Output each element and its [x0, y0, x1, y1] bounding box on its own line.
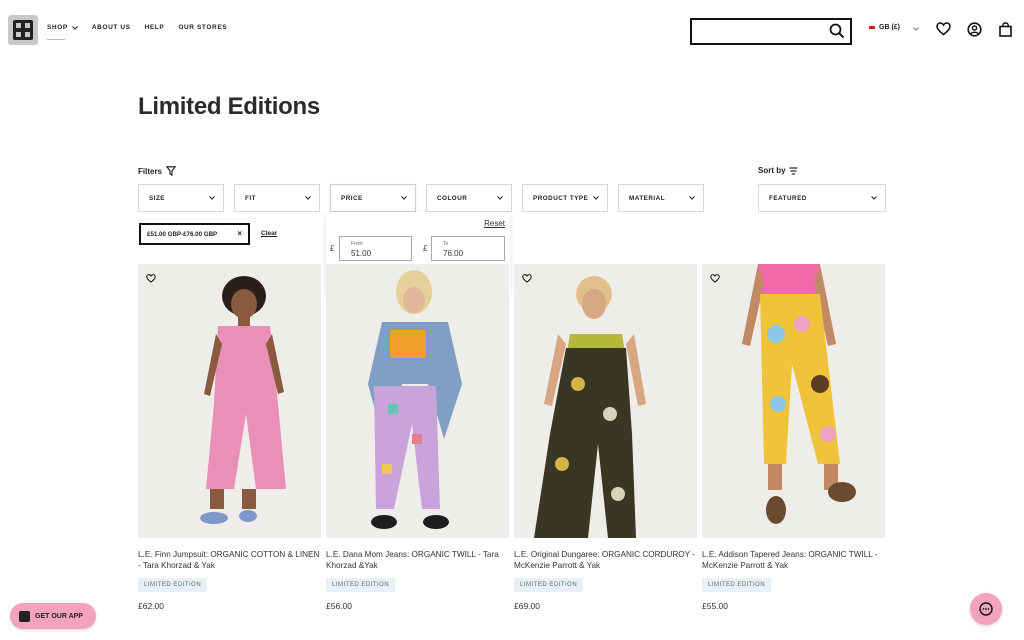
nav-our-stores[interactable]: OUR STORES: [178, 24, 227, 31]
active-filter-chip[interactable]: £51.00 GBP-£76.00 GBP ×: [139, 223, 250, 245]
page-title: Limited Editions: [138, 93, 320, 120]
price-from-input[interactable]: From 51.00: [339, 236, 412, 261]
chevron-down-icon: [401, 196, 407, 200]
wishlist-heart-icon[interactable]: [146, 274, 156, 283]
filters-toggle[interactable]: Filters: [138, 166, 177, 176]
filter-fit-label: FIT: [245, 194, 256, 202]
product-card[interactable]: L.E. Addison Tapered Jeans: ORGANIC TWIL…: [702, 264, 885, 611]
nav-about-us[interactable]: ABOUT US: [92, 24, 131, 31]
filter-funnel-icon: [166, 166, 177, 176]
filter-product-type-label: PRODUCT TYPE: [533, 194, 589, 202]
filter-price[interactable]: PRICE: [330, 184, 416, 212]
price-to-input[interactable]: To 76.00: [431, 236, 505, 261]
wishlist-heart-icon[interactable]: [936, 22, 951, 36]
filter-material[interactable]: MATERIAL: [618, 184, 704, 212]
chevron-down-icon: [871, 196, 877, 200]
filter-price-label: PRICE: [341, 194, 363, 202]
price-from-value: 51.00: [351, 249, 372, 258]
chat-bubble-icon: [979, 602, 993, 616]
chevron-down-icon: [497, 196, 503, 200]
chevron-down-icon: [71, 25, 78, 30]
product-card[interactable]: L.E. Dana Mom Jeans: ORGANIC TWILL - Tar…: [326, 264, 509, 611]
search-icon[interactable]: [829, 23, 845, 39]
model-photo-dungaree: [514, 264, 697, 538]
currency-label: GB (£): [879, 24, 900, 31]
sort-lines-icon: [789, 166, 798, 175]
price-reset-link[interactable]: Reset: [484, 219, 505, 228]
nav-our-stores-label: OUR STORES: [178, 24, 228, 31]
product-card[interactable]: L.E. Original Dungaree: ORGANIC CORDUROY…: [514, 264, 697, 611]
product-image[interactable]: [514, 264, 697, 538]
product-badge: LIMITED EDITION: [514, 578, 584, 592]
nav-shop-label: SHOP: [47, 24, 68, 31]
nav-shop[interactable]: SHOP: [47, 24, 78, 40]
product-name[interactable]: L.E. Addison Tapered Jeans: ORGANIC TWIL…: [702, 549, 885, 571]
model-photo-tapered-jeans: [702, 264, 885, 538]
price-from-label: From: [351, 241, 363, 247]
nav-help-label: HELP: [144, 24, 165, 31]
filter-size[interactable]: SIZE: [138, 184, 224, 212]
wishlist-heart-icon[interactable]: [710, 274, 720, 283]
product-badge: LIMITED EDITION: [138, 578, 208, 592]
logo-icon: [13, 20, 33, 40]
product-name[interactable]: L.E. Dana Mom Jeans: ORGANIC TWILL - Tar…: [326, 549, 509, 571]
sort-select[interactable]: FEATURED: [758, 184, 886, 212]
chevron-down-icon: [305, 196, 311, 200]
active-filter-chip-label: £51.00 GBP-£76.00 GBP: [147, 230, 218, 238]
product-name[interactable]: L.E. Original Dungaree: ORGANIC CORDUROY…: [514, 549, 697, 571]
main-nav: SHOP ABOUT US HELP OUR STORES: [47, 24, 227, 40]
search-input[interactable]: [690, 18, 852, 45]
clear-filters-link[interactable]: Clear: [261, 230, 277, 237]
get-app-button[interactable]: GET OUR APP: [10, 603, 96, 629]
wishlist-heart-icon[interactable]: [522, 274, 532, 283]
price-to-value: 76.00: [443, 249, 464, 258]
product-badge: LIMITED EDITION: [326, 578, 396, 592]
price-to-label: To: [443, 241, 449, 247]
product-image[interactable]: [326, 264, 509, 538]
currency-chevron-icon[interactable]: [913, 27, 919, 31]
product-price: £62.00: [138, 601, 164, 611]
to-currency-symbol: £: [423, 244, 428, 253]
currency-selector[interactable]: GB (£): [868, 24, 900, 31]
model-photo-jumpsuit: [138, 264, 321, 538]
uk-flag-icon: [868, 25, 876, 30]
nav-active-underline: [47, 39, 65, 40]
product-image[interactable]: [702, 264, 885, 538]
filter-colour[interactable]: COLOUR: [426, 184, 512, 212]
filters-label: Filters: [138, 166, 163, 176]
product-price: £56.00: [326, 601, 352, 611]
product-card[interactable]: L.E. Finn Jumpsuit: ORGANIC COTTON & LIN…: [138, 264, 321, 611]
chevron-down-icon: [593, 196, 599, 200]
chevron-down-icon: [689, 196, 695, 200]
cart-bag-icon[interactable]: [999, 22, 1012, 37]
product-name[interactable]: L.E. Finn Jumpsuit: ORGANIC COTTON & LIN…: [138, 549, 321, 571]
brand-logo[interactable]: [8, 15, 38, 45]
filter-colour-label: COLOUR: [437, 194, 468, 202]
chevron-down-icon: [209, 196, 215, 200]
nav-about-us-label: ABOUT US: [91, 24, 131, 31]
nav-help[interactable]: HELP: [145, 24, 165, 31]
site-header: SHOP ABOUT US HELP OUR STORES GB (£): [0, 0, 1024, 60]
from-currency-symbol: £: [330, 244, 335, 253]
get-app-label: GET OUR APP: [35, 612, 83, 620]
filter-material-label: MATERIAL: [629, 194, 666, 202]
product-image[interactable]: [138, 264, 321, 538]
remove-filter-icon[interactable]: ×: [237, 229, 242, 238]
chat-button[interactable]: [970, 593, 1002, 625]
filter-fit[interactable]: FIT: [234, 184, 320, 212]
model-photo-mom-jeans: [326, 264, 509, 538]
product-badge: LIMITED EDITION: [702, 578, 772, 592]
account-icon[interactable]: [967, 22, 982, 37]
app-icon: [19, 610, 30, 622]
product-price: £69.00: [514, 601, 540, 611]
sort-select-value: FEATURED: [769, 194, 807, 202]
filter-size-label: SIZE: [149, 194, 165, 202]
filter-product-type[interactable]: PRODUCT TYPE: [522, 184, 608, 212]
sort-by-label-group: Sort by: [758, 166, 798, 175]
sort-by-label: Sort by: [758, 166, 786, 175]
product-price: £55.00: [702, 601, 728, 611]
